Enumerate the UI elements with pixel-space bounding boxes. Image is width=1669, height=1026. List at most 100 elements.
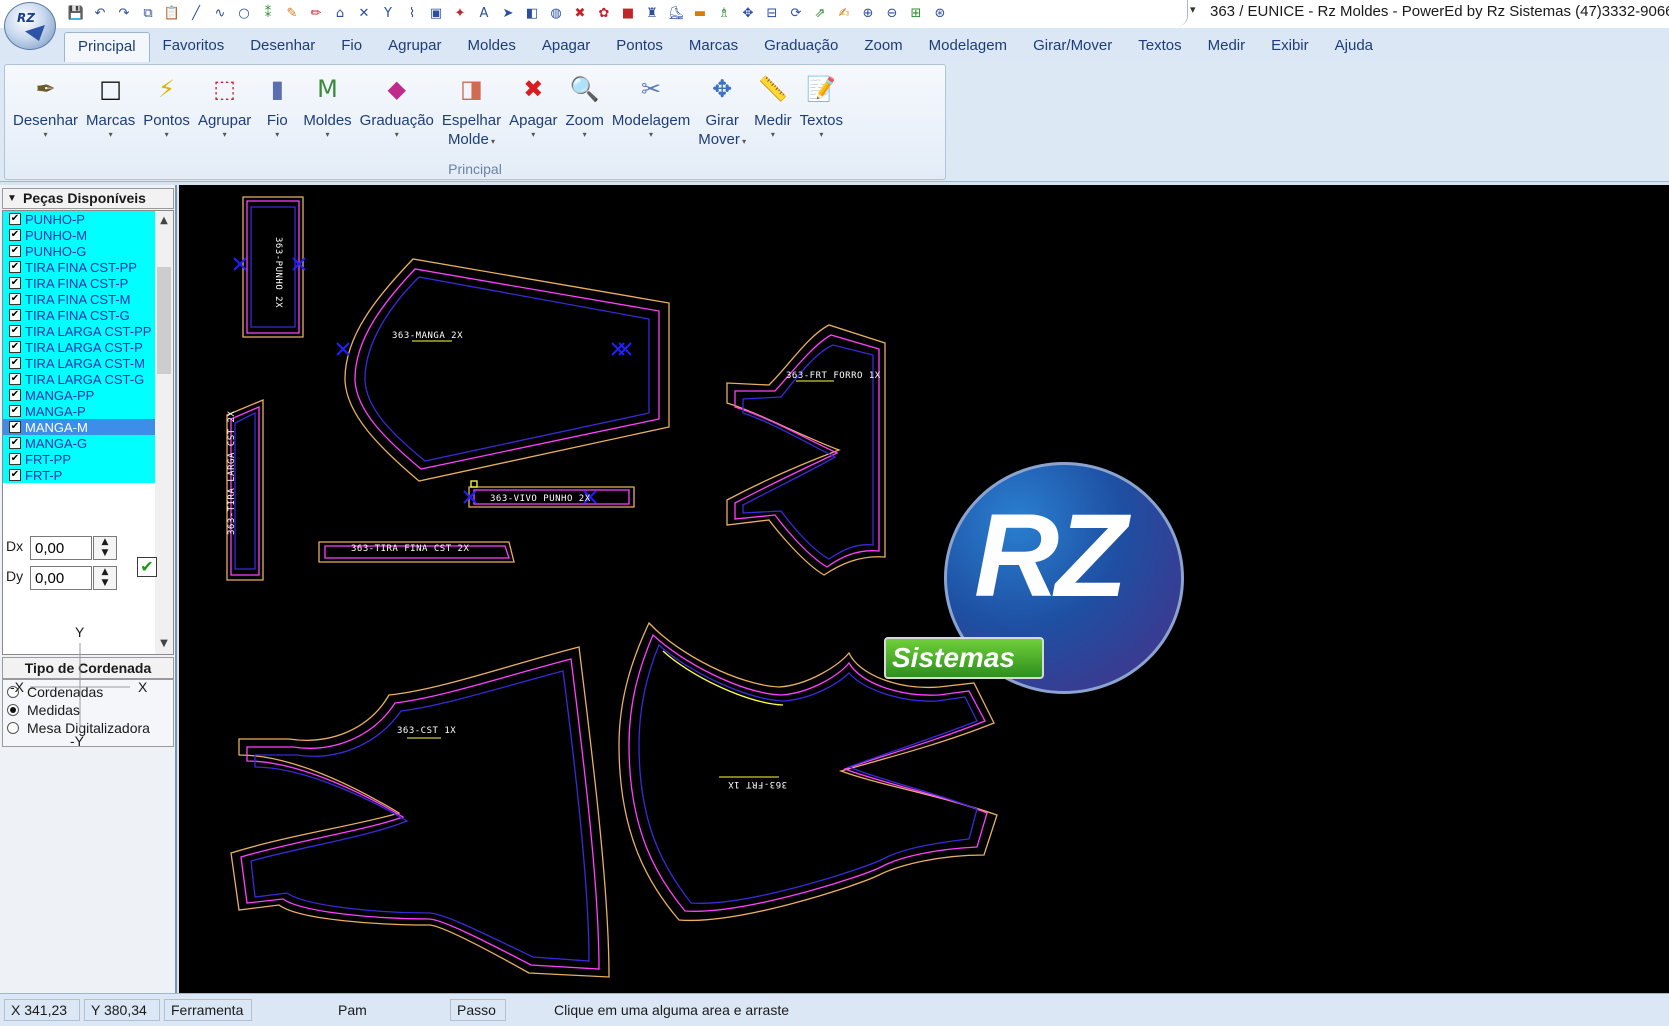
curve-icon[interactable]: ∿ xyxy=(208,2,232,24)
rotate-icon[interactable]: ⟳ xyxy=(784,2,808,24)
tab-zoom[interactable]: Zoom xyxy=(851,32,915,62)
shoe-icon[interactable]: ⛸ xyxy=(664,2,688,24)
piece-checkbox[interactable]: ✔ xyxy=(9,421,21,433)
delete-mark-icon[interactable]: ✖ xyxy=(568,2,592,24)
collapse-chevron-icon[interactable]: ▼ xyxy=(7,189,17,208)
piece-checkbox[interactable]: ✔ xyxy=(9,309,21,321)
piece-cst[interactable] xyxy=(230,646,610,978)
save-icon[interactable]: 💾 xyxy=(64,2,88,24)
tab-gradua-o[interactable]: Graduação xyxy=(751,32,851,62)
node-icon[interactable]: ◍ xyxy=(544,2,568,24)
piece-checkbox[interactable]: ✔ xyxy=(9,357,21,369)
list-item[interactable]: ✔ TIRA LARGA CST-P xyxy=(3,339,156,355)
piece-checkbox[interactable]: ✔ xyxy=(9,277,21,289)
list-item[interactable]: ✔ PUNHO-P xyxy=(3,211,156,227)
undo-icon[interactable]: ↶ xyxy=(88,2,112,24)
piece-checkbox[interactable]: ✔ xyxy=(9,213,21,225)
quick-access-customize-icon[interactable]: ▾ xyxy=(1190,3,1196,16)
list-item[interactable]: ✔ TIRA LARGA CST-M xyxy=(3,355,156,371)
piece-icon[interactable]: ▣ xyxy=(424,2,448,24)
tab-medir[interactable]: Medir xyxy=(1195,32,1259,62)
list-item[interactable]: ✔ TIRA FINA CST-G xyxy=(3,307,156,323)
piece-checkbox[interactable]: ✔ xyxy=(9,229,21,241)
tab-girar-mover[interactable]: Girar/Mover xyxy=(1020,32,1125,62)
list-item[interactable]: ✔ PUNHO-G xyxy=(3,243,156,259)
zoom-window-icon[interactable]: ⊞ xyxy=(904,2,928,24)
zoom-out-icon[interactable]: ⊖ xyxy=(880,2,904,24)
ribbon-button-gradua-o[interactable]: ◆ Graduação ▾ xyxy=(356,69,438,149)
pieces-panel-header[interactable]: ▼ Peças Disponíveis xyxy=(2,188,174,209)
list-item[interactable]: ✔ FRT-P xyxy=(3,467,156,483)
dy-input[interactable] xyxy=(30,566,92,590)
ribbon-button-textos[interactable]: 📝 Textos ▾ xyxy=(796,69,847,149)
ribbon-button-marcas[interactable]: □ Marcas ▾ xyxy=(82,69,139,149)
tab-fio[interactable]: Fio xyxy=(328,32,375,62)
tab-marcas[interactable]: Marcas xyxy=(676,32,751,62)
pieces-scrollbar[interactable]: ▲ ▼ xyxy=(155,211,173,654)
tab-pontos[interactable]: Pontos xyxy=(603,32,676,62)
edit-text-icon[interactable]: ✍ xyxy=(832,2,856,24)
layer-icon[interactable]: ⊟ xyxy=(760,2,784,24)
tab-moldes[interactable]: Moldes xyxy=(454,32,528,62)
cross-mark-icon[interactable]: ✕ xyxy=(352,2,376,24)
piece-checkbox[interactable]: ✔ xyxy=(9,373,21,385)
ribbon-button-apagar[interactable]: ✖ Apagar ▾ xyxy=(505,69,561,149)
tab-textos[interactable]: Textos xyxy=(1125,32,1194,62)
dx-stepper[interactable]: ▲ ▼ xyxy=(93,536,117,560)
ribbon-button-zoom[interactable]: 🔍 Zoom ▾ xyxy=(561,69,607,149)
pencil-icon[interactable]: ✏ xyxy=(304,2,328,24)
pen-icon[interactable]: ✎ xyxy=(280,2,304,24)
split-icon[interactable]: ⌇ xyxy=(400,2,424,24)
piece-checkbox[interactable]: ✔ xyxy=(9,325,21,337)
tab-ajuda[interactable]: Ajuda xyxy=(1322,32,1386,62)
list-item[interactable]: ✔ TIRA FINA CST-PP xyxy=(3,259,156,275)
bottle-icon[interactable]: ♗ xyxy=(712,2,736,24)
piece-manga[interactable] xyxy=(344,258,670,482)
zoom-all-icon[interactable]: ⊛ xyxy=(928,2,952,24)
ribbon-button-medir[interactable]: 📏 Medir ▾ xyxy=(750,69,796,149)
tab-modelagem[interactable]: Modelagem xyxy=(916,32,1020,62)
paste-icon[interactable]: 📋 xyxy=(160,2,184,24)
arrow-icon[interactable]: ➤ xyxy=(496,2,520,24)
ribbon-button-desenhar[interactable]: ✒ Desenhar ▾ xyxy=(9,69,82,149)
y-mark-icon[interactable]: Y xyxy=(376,2,400,24)
text-a-icon[interactable]: A xyxy=(472,2,496,24)
list-item[interactable]: ✔ MANGA-M xyxy=(3,419,156,435)
ribbon-button-fio[interactable]: ▮ Fio ▾ xyxy=(255,69,299,149)
piece-checkbox[interactable]: ✔ xyxy=(9,293,21,305)
apply-check-button[interactable]: ✔ xyxy=(137,557,157,577)
list-item[interactable]: ✔ MANGA-P xyxy=(3,403,156,419)
move-icon[interactable]: ✥ xyxy=(736,2,760,24)
piece-checkbox[interactable]: ✔ xyxy=(9,437,21,449)
piece-checkbox[interactable]: ✔ xyxy=(9,245,21,257)
shirt-icon[interactable]: ♜ xyxy=(640,2,664,24)
piece-checkbox[interactable]: ✔ xyxy=(9,453,21,465)
dx-input[interactable] xyxy=(30,536,92,560)
piece-frt-forro[interactable] xyxy=(726,324,886,576)
list-item[interactable]: ✔ FRT-PP xyxy=(3,451,156,467)
drawing-canvas[interactable]: 363-PUNHO 2X 363-MANGA 2X 363-FRT FORRO … xyxy=(179,185,1669,993)
list-item[interactable]: ✔ TIRA LARGA CST-G xyxy=(3,371,156,387)
list-item[interactable]: ✔ TIRA LARGA CST-PP xyxy=(3,323,156,339)
list-item[interactable]: ✔ MANGA-PP xyxy=(3,387,156,403)
tab-principal[interactable]: Principal xyxy=(64,32,150,62)
export-icon[interactable]: ⇗ xyxy=(808,2,832,24)
tab-apagar[interactable]: Apagar xyxy=(529,32,603,62)
ribbon-button-girar[interactable]: ✥ Girar Mover ▾ xyxy=(694,69,750,149)
tab-exibir[interactable]: Exibir xyxy=(1258,32,1322,62)
scroll-thumb[interactable] xyxy=(157,267,171,374)
circle-icon[interactable]: ○ xyxy=(232,2,256,24)
tab-desenhar[interactable]: Desenhar xyxy=(237,32,328,62)
ribbon-button-modelagem[interactable]: ✂ Modelagem ▾ xyxy=(608,69,694,149)
redo-icon[interactable]: ↷ xyxy=(112,2,136,24)
star-icon[interactable]: ✦ xyxy=(448,2,472,24)
gear-icon[interactable]: ✿ xyxy=(592,2,616,24)
dy-stepper[interactable]: ▲ ▼ xyxy=(93,566,117,590)
piece-checkbox[interactable]: ✔ xyxy=(9,261,21,273)
ruler-icon[interactable]: ⌂ xyxy=(328,2,352,24)
piece-checkbox[interactable]: ✔ xyxy=(9,341,21,353)
copy-icon[interactable]: ⧉ xyxy=(136,2,160,24)
line-icon[interactable]: ╱ xyxy=(184,2,208,24)
ribbon-button-espelhar[interactable]: ◨ Espelhar Molde ▾ xyxy=(438,69,505,149)
ribbon-button-agrupar[interactable]: ⬚ Agrupar ▾ xyxy=(194,69,255,149)
